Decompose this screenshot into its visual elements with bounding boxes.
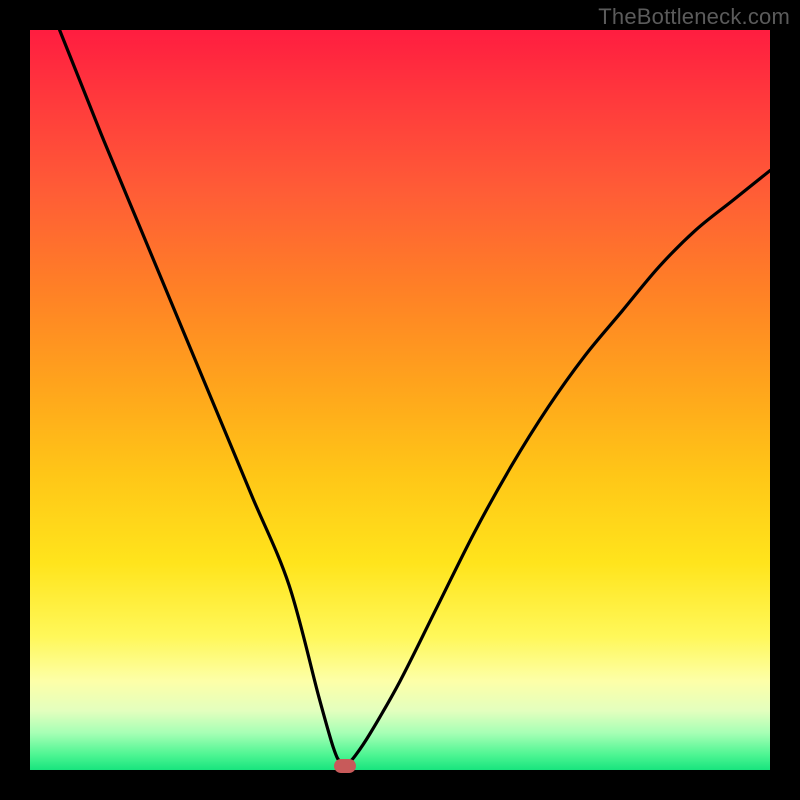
plot-area	[30, 30, 770, 770]
optimal-point-marker	[334, 759, 356, 773]
curve-svg	[30, 30, 770, 770]
watermark-text: TheBottleneck.com	[598, 4, 790, 30]
bottleneck-curve	[60, 30, 770, 764]
chart-frame: TheBottleneck.com	[0, 0, 800, 800]
